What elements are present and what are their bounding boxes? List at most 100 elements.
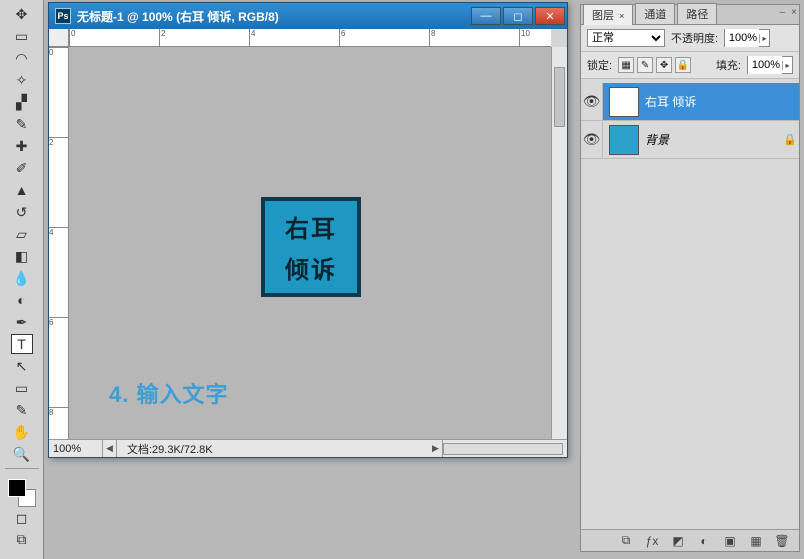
status-nav-right[interactable]: ▶ (429, 440, 443, 457)
type-layer-thumbnail[interactable]: T (609, 87, 639, 117)
status-nav-left[interactable]: ◀ (103, 440, 117, 457)
scrollbar-thumb[interactable] (554, 67, 565, 127)
ruler-tick: 8 (429, 29, 435, 47)
minimize-button[interactable]: — (471, 7, 501, 25)
vertical-scrollbar[interactable] (551, 47, 567, 439)
ruler-tick: 0 (49, 47, 69, 57)
maximize-button[interactable]: ◻ (503, 7, 533, 25)
healing-tool[interactable]: ✚ (11, 136, 33, 156)
quickmask-toggle[interactable]: ◻ (11, 508, 33, 528)
delete-layer-icon[interactable]: 🗑 (773, 533, 791, 549)
artwork-box: 右耳 倾诉 (261, 197, 361, 297)
layer-mask-icon[interactable]: ◩ (669, 533, 687, 549)
eraser-tool[interactable]: ▱ (11, 224, 33, 244)
status-bar: 100% ◀ 文档:29.3K/72.8K ▶ (49, 439, 567, 457)
layer-name[interactable]: 背景 (645, 131, 781, 148)
layer-group-icon[interactable]: ▣ (721, 533, 739, 549)
color-swatches[interactable] (8, 479, 36, 507)
lasso-tool[interactable]: ◠ (11, 48, 33, 68)
tutorial-caption: 4. 输入文字 (109, 377, 228, 409)
close-icon[interactable]: × (619, 11, 624, 21)
move-tool[interactable]: ✥ (11, 4, 33, 24)
panel-footer: ⧉ ƒx ◩ ◐ ▣ ▦ 🗑 (581, 529, 799, 551)
dodge-tool[interactable]: ◐ (11, 290, 33, 310)
ruler-tick: 0 (69, 29, 75, 47)
horizontal-scrollbar[interactable] (443, 443, 563, 455)
panel-minimize-icon[interactable]: – (780, 7, 786, 18)
lock-position-icon[interactable]: ✥ (656, 57, 672, 73)
notes-tool[interactable]: ✎ (11, 400, 33, 420)
zoom-field[interactable]: 100% (49, 440, 103, 457)
ruler-tick: 4 (249, 29, 255, 47)
ruler-tick: 8 (49, 407, 69, 417)
layer-row[interactable]: 👁T 右耳 倾诉 (581, 83, 799, 121)
document-title: 无标题-1 @ 100% (右耳 倾诉, RGB/8) (77, 8, 471, 25)
ruler-origin[interactable] (49, 29, 69, 47)
artwork-line1: 右耳 (285, 209, 337, 244)
path-select-tool[interactable]: ↖ (11, 356, 33, 376)
fill-field[interactable]: ▸ (747, 56, 793, 74)
pen-tool[interactable]: ✒ (11, 312, 33, 332)
link-layers-icon[interactable]: ⧉ (617, 533, 635, 549)
new-layer-icon[interactable]: ▦ (747, 533, 765, 549)
canvas-viewport[interactable]: 右耳 倾诉 4. 输入文字 (69, 47, 551, 439)
panel-tabs: 图层 × 通道 路径 – × (581, 5, 799, 25)
layer-list: 👁T 右耳 倾诉 👁 背景🔒 (581, 79, 799, 163)
ruler-vertical[interactable]: 02468 (49, 47, 69, 439)
layer-thumbnail[interactable] (609, 125, 639, 155)
tab-channels[interactable]: 通道 (635, 3, 675, 24)
document-window: Ps 无标题-1 @ 100% (右耳 倾诉, RGB/8) — ◻ ✕ 0 2 4… (48, 2, 568, 458)
visibility-eye-icon[interactable]: 👁 (581, 83, 603, 120)
shape-tool[interactable]: ▭ (11, 378, 33, 398)
artwork-line2: 倾诉 (285, 250, 337, 285)
titlebar[interactable]: Ps 无标题-1 @ 100% (右耳 倾诉, RGB/8) — ◻ ✕ (49, 3, 567, 29)
wand-tool[interactable]: ✧ (11, 70, 33, 90)
ruler-tick: 4 (49, 227, 69, 237)
eyedropper-tool[interactable]: ✎ (11, 114, 33, 134)
ruler-tick: 10 (519, 29, 530, 47)
marquee-tool[interactable]: ▭ (11, 26, 33, 46)
fill-label: 填充: (716, 57, 741, 73)
tab-layers[interactable]: 图层 × (583, 4, 633, 25)
history-brush-tool[interactable]: ↺ (11, 202, 33, 222)
ruler-tick: 2 (159, 29, 165, 47)
layer-fx-icon[interactable]: ƒx (643, 533, 661, 549)
blend-mode-select[interactable]: 正常 (587, 29, 665, 47)
chevron-right-icon[interactable]: ▸ (759, 34, 769, 43)
brush-tool[interactable]: ✐ (11, 158, 33, 178)
opacity-field[interactable]: ▸ (724, 29, 770, 47)
close-button[interactable]: ✕ (535, 7, 565, 25)
gradient-tool[interactable]: ◧ (11, 246, 33, 266)
panel-close-icon[interactable]: × (791, 7, 797, 18)
stamp-tool[interactable]: ▲ (11, 180, 33, 200)
ruler-tick: 6 (339, 29, 345, 47)
screenmode-toggle[interactable]: ⧉ (11, 529, 33, 549)
adjustment-layer-icon[interactable]: ◐ (695, 533, 713, 549)
app-icon: Ps (55, 8, 71, 24)
chevron-right-icon[interactable]: ▸ (782, 61, 792, 70)
blend-opacity-row: 正常 不透明度: ▸ (581, 25, 799, 52)
ruler-tick: 6 (49, 317, 69, 327)
fill-input[interactable] (748, 56, 782, 74)
type-tool[interactable]: T (11, 334, 33, 354)
opacity-label: 不透明度: (671, 30, 718, 46)
divider (5, 468, 39, 469)
ruler-horizontal[interactable]: 0 2 4 6 8 10 (69, 29, 551, 47)
canvas[interactable]: 右耳 倾诉 4. 输入文字 (69, 47, 551, 439)
hand-tool[interactable]: ✋ (11, 422, 33, 442)
layer-row[interactable]: 👁 背景🔒 (581, 121, 799, 159)
layer-name[interactable]: 右耳 倾诉 (645, 93, 781, 110)
tab-layers-label: 图层 (592, 10, 614, 22)
lock-all-icon[interactable]: 🔒 (675, 57, 691, 73)
tab-paths[interactable]: 路径 (677, 3, 717, 24)
lock-icon[interactable]: 🔒 (781, 133, 799, 146)
opacity-input[interactable] (725, 29, 759, 47)
zoom-tool[interactable]: 🔍 (11, 444, 33, 464)
visibility-eye-icon[interactable]: 👁 (581, 121, 603, 158)
crop-tool[interactable]: ▞ (11, 92, 33, 112)
lock-label: 锁定: (587, 57, 612, 73)
blur-tool[interactable]: 💧 (11, 268, 33, 288)
lock-transparency-icon[interactable]: ▦ (618, 57, 634, 73)
foreground-swatch[interactable] (8, 479, 26, 497)
lock-pixels-icon[interactable]: ✎ (637, 57, 653, 73)
